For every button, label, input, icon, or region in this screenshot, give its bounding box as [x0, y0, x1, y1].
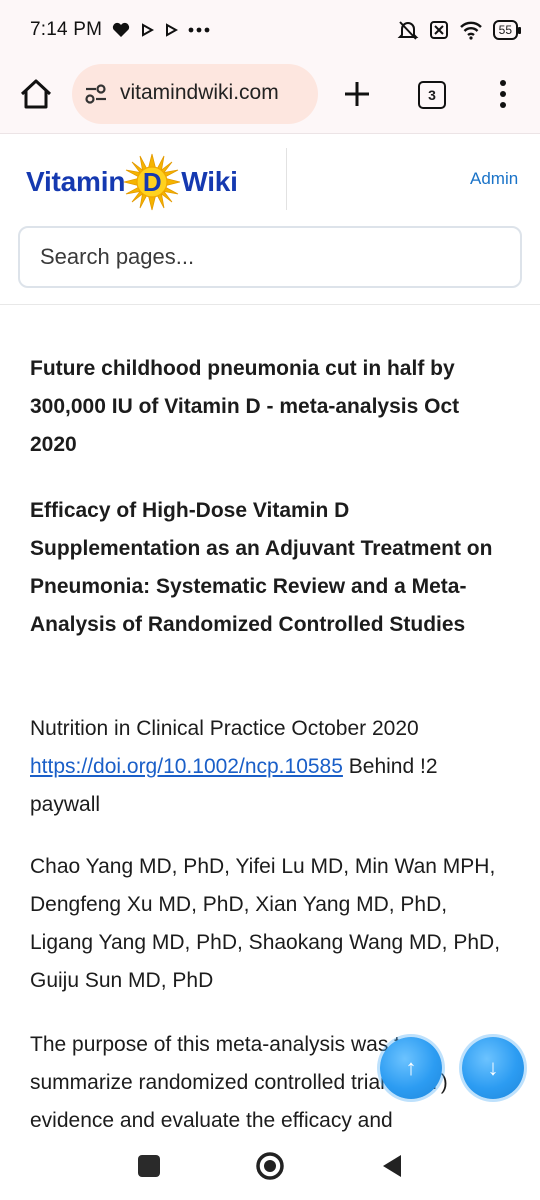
play-icon	[166, 23, 179, 37]
play-icon	[142, 23, 155, 37]
search-input[interactable]	[18, 226, 522, 288]
site-logo[interactable]: Vitamin D Wiki	[26, 152, 238, 212]
authors-paragraph: Chao Yang MD, PhD, Yifei Lu MD, Min Wan …	[30, 855, 501, 992]
recent-apps-icon[interactable]	[138, 1155, 160, 1177]
back-icon[interactable]	[380, 1153, 404, 1179]
logo-letter-d: D	[142, 167, 162, 197]
more-dots-icon	[188, 27, 210, 33]
scroll-up-button[interactable]: ↑	[380, 1037, 442, 1099]
citation-paragraph: Nutrition in Clinical Practice October 2…	[30, 710, 510, 824]
journal-text: Nutrition in Clinical Practice October 2…	[30, 717, 419, 740]
browser-toolbar: vitamindwiki.com 3	[0, 60, 540, 134]
battery-indicator: 55	[492, 20, 522, 40]
site-settings-icon[interactable]	[84, 82, 108, 106]
site-header: Vitamin D Wiki Admin Search pages...	[0, 134, 540, 305]
status-bar: 7:14 PM 55	[0, 0, 540, 60]
address-bar[interactable]: vitamindwiki.com	[72, 64, 318, 124]
tab-switcher-button[interactable]: 3	[418, 81, 446, 109]
status-right: 55	[397, 19, 522, 41]
header-divider	[286, 148, 287, 210]
logo-text-left: Vitamin	[26, 166, 126, 197]
system-nav-bar	[0, 1140, 540, 1200]
url-text: vitamindwiki.com	[120, 81, 279, 104]
plus-icon	[345, 82, 369, 106]
paper-title: Efficacy of High-Dose Vitamin D Suppleme…	[30, 499, 493, 636]
article-title: Future childhood pneumonia cut in half b…	[30, 357, 460, 456]
sim-icon	[429, 21, 448, 39]
menu-icon[interactable]	[496, 78, 510, 110]
status-left: 7:14 PM	[30, 19, 210, 41]
scroll-down-button[interactable]: ↓	[462, 1037, 524, 1099]
doi-link[interactable]: https://doi.org/10.1002/ncp.10585	[30, 755, 343, 778]
heart-icon	[113, 22, 130, 37]
sun-icon: D	[123, 153, 181, 211]
admin-link[interactable]: Admin	[470, 169, 518, 189]
new-tab-button[interactable]	[340, 74, 374, 114]
nav-home-icon[interactable]	[255, 1151, 285, 1181]
status-time: 7:14 PM	[30, 19, 103, 40]
wifi-icon	[459, 21, 482, 40]
mute-icon	[397, 21, 419, 40]
home-icon[interactable]	[18, 76, 54, 112]
logo-text-right: Wiki	[181, 166, 238, 197]
